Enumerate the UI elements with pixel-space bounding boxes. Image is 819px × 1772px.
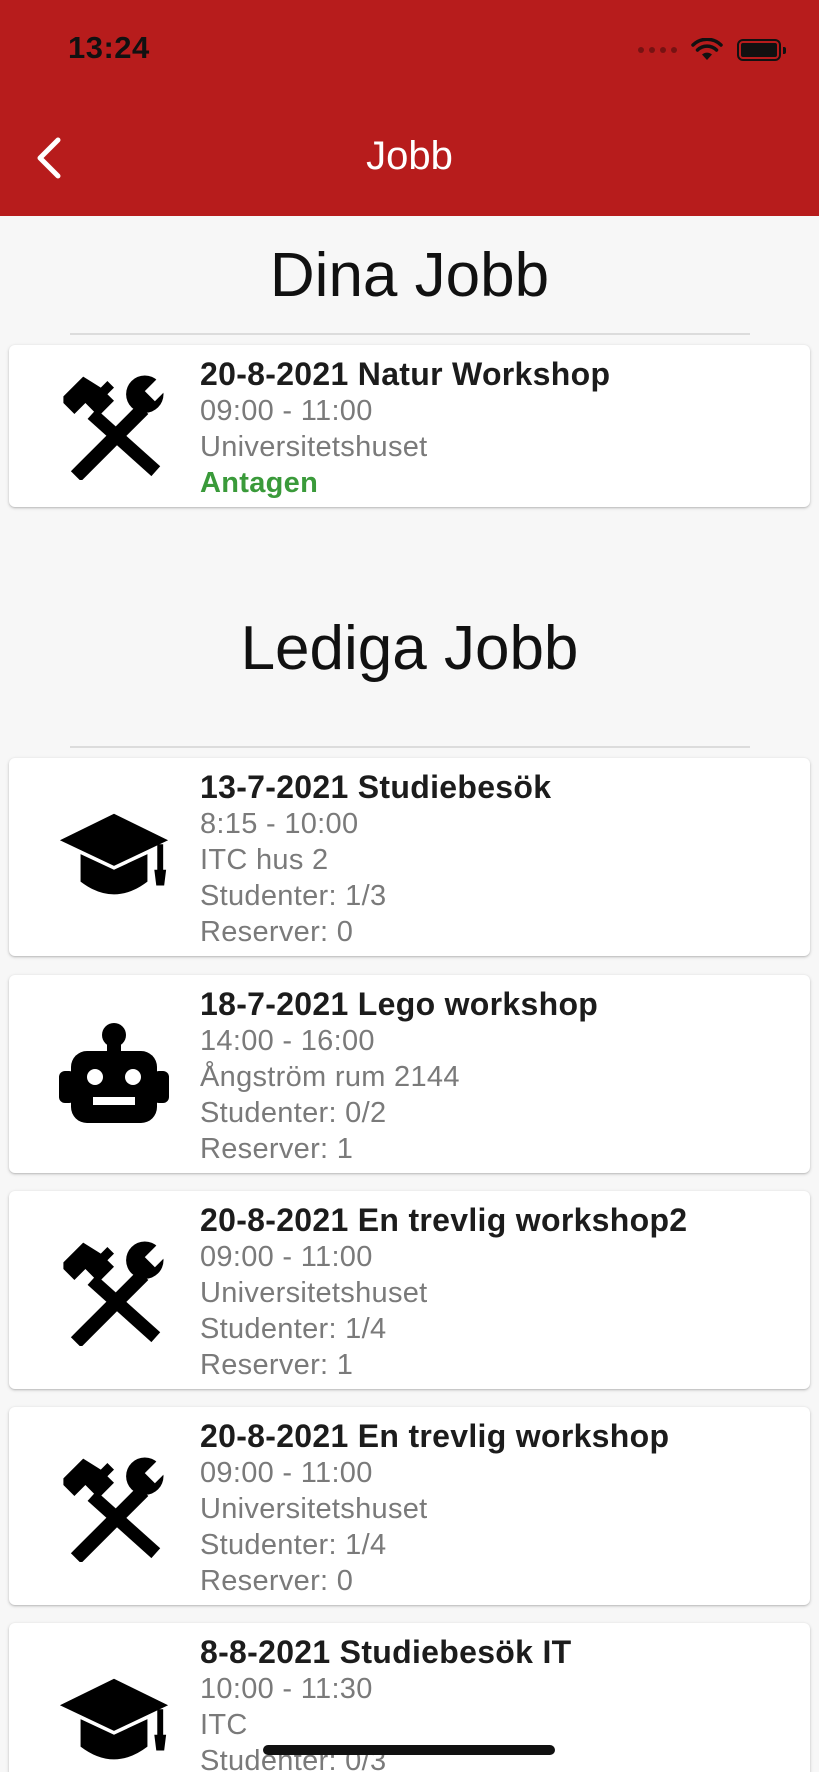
job-location: Ångström rum 2144 (200, 1061, 460, 1093)
job-title: 13-7-2021 Studiebesök (200, 769, 552, 805)
graduation-cap-icon (49, 798, 179, 918)
job-title: 20-8-2021 Natur Workshop (200, 356, 611, 392)
page-title: Jobb (366, 134, 453, 178)
job-reserves: Reserver: 0 (200, 1565, 354, 1597)
job-location: ITC hus 2 (200, 844, 329, 876)
robot-icon (49, 1015, 179, 1135)
graduation-cap-icon (49, 1663, 179, 1772)
job-location: Universitetshuset (200, 431, 428, 463)
job-location: Universitetshuset (200, 1493, 428, 1525)
job-card[interactable]: 13-7-2021 Studiebesök 8:15 - 10:00 ITC h… (9, 758, 810, 956)
status-icons (638, 38, 786, 62)
job-title: 8-8-2021 Studiebesök IT (200, 1634, 572, 1670)
job-reserves: Reserver: 1 (200, 1349, 354, 1381)
job-time: 09:00 - 11:00 (200, 1241, 373, 1273)
job-card[interactable]: 20-8-2021 En trevlig workshop2 09:00 - 1… (9, 1191, 810, 1389)
job-title: 20-8-2021 En trevlig workshop2 (200, 1202, 688, 1238)
my-jobs-heading: Dina Jobb (269, 241, 550, 310)
job-reserves: Reserver: 0 (200, 916, 354, 948)
available-jobs-heading: Lediga Jobb (240, 614, 579, 683)
job-time: 14:00 - 16:00 (200, 1025, 375, 1057)
job-status: Antagen (200, 467, 319, 499)
job-location: Universitetshuset (200, 1277, 428, 1309)
status-time: 13:24 (68, 30, 150, 65)
tools-icon (49, 1231, 179, 1351)
my-job-card[interactable]: 20-8-2021 Natur Workshop 09:00 - 11:00 U… (9, 345, 810, 507)
app-bar: 13:24 Jobb (0, 0, 819, 216)
job-title: 18-7-2021 Lego workshop (200, 986, 599, 1022)
job-card[interactable]: 20-8-2021 En trevlig workshop 09:00 - 11… (9, 1407, 810, 1605)
my-jobs-divider (70, 333, 750, 335)
job-title: 20-8-2021 En trevlig workshop (200, 1418, 670, 1454)
job-students: Studenter: 0/2 (200, 1097, 387, 1129)
job-location: ITC (200, 1709, 248, 1741)
battery-icon (737, 39, 786, 61)
job-students: Studenter: 1/4 (200, 1529, 387, 1561)
tools-icon (49, 365, 179, 485)
job-time: 10:00 - 11:30 (200, 1673, 373, 1705)
cellular-signal-icon (638, 47, 677, 53)
job-students: Studenter: 1/3 (200, 880, 387, 912)
tools-icon (49, 1447, 179, 1567)
home-indicator[interactable] (263, 1745, 555, 1755)
wifi-icon (691, 38, 723, 60)
available-jobs-divider (70, 746, 750, 748)
job-time: 09:00 - 11:00 (200, 395, 373, 427)
job-time: 09:00 - 11:00 (200, 1457, 373, 1489)
job-time: 8:15 - 10:00 (200, 808, 359, 840)
job-card[interactable]: 18-7-2021 Lego workshop 14:00 - 16:00 Ån… (9, 975, 810, 1173)
job-students: Studenter: 1/4 (200, 1313, 387, 1345)
job-reserves: Reserver: 1 (200, 1133, 354, 1165)
